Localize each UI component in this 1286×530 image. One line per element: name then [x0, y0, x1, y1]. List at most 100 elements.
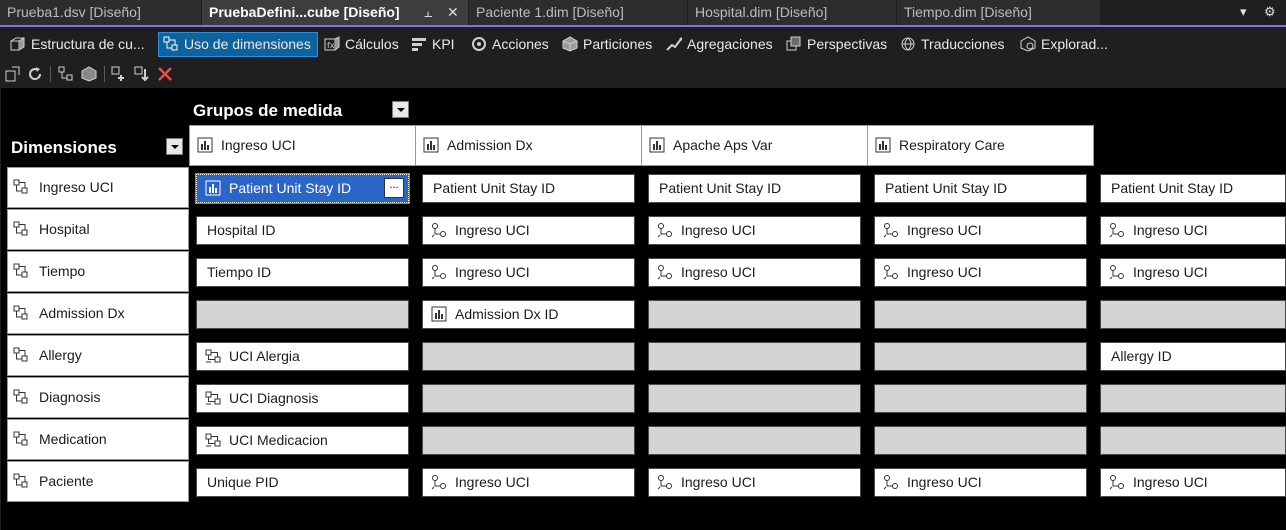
tab-partitions[interactable]: Particiones: [558, 33, 652, 56]
sort-icon[interactable]: [133, 65, 151, 83]
dimension-row-header[interactable]: Hospital: [7, 209, 189, 250]
refresh-icon[interactable]: [26, 65, 44, 83]
tab-dimension-usage[interactable]: Uso de dimensiones: [158, 32, 318, 57]
tab-list-dropdown-icon[interactable]: ▾: [1240, 4, 1247, 20]
pin-icon[interactable]: ⫠: [424, 0, 432, 25]
relationship-cell[interactable]: Tiempo ID: [196, 258, 409, 287]
relationship-cell[interactable]: Ingreso UCI: [648, 216, 861, 245]
relationship-cell-empty[interactable]: [874, 300, 1087, 329]
measure-group-header[interactable]: Respiratory Care: [867, 125, 1094, 166]
tab-cube-design[interactable]: PruebaDefini...cube [Diseño] ⫠ ✕: [202, 0, 468, 25]
relationship-cell[interactable]: Patient Unit Stay ID: [648, 174, 861, 203]
relationship-cell[interactable]: Patient Unit Stay ID: [422, 174, 635, 203]
relationship-cell-empty[interactable]: [648, 342, 861, 371]
measure-groups-dropdown[interactable]: [392, 101, 409, 118]
dimension-row-header[interactable]: Ingreso UCI: [7, 167, 189, 208]
relationship-cell[interactable]: Ingreso UCI: [422, 216, 635, 245]
relationship-label: Patient Unit Stay ID: [885, 180, 1008, 196]
relationship-cell-empty[interactable]: [648, 426, 861, 455]
relationship-cell[interactable]: UCI Medicacion: [196, 426, 409, 455]
tab-kpi[interactable]: KPI: [407, 33, 455, 56]
referenced-relationship-icon: [657, 222, 673, 238]
measure-group-icon: [875, 137, 891, 153]
dimension-row-header[interactable]: Diagnosis: [7, 377, 189, 418]
cube-structure-icon: [10, 36, 26, 52]
tab-translations[interactable]: Traducciones: [896, 33, 1005, 56]
tab-perspectives[interactable]: Perspectivas: [782, 33, 887, 56]
dimension-row-header[interactable]: Admission Dx: [7, 293, 189, 334]
add-measure-group-icon[interactable]: [80, 65, 98, 83]
relationship-cell[interactable]: Ingreso UCI: [422, 258, 635, 287]
dimension-row-header[interactable]: Medication: [7, 419, 189, 460]
edit-relationship-button[interactable]: ...: [384, 178, 404, 198]
relationship-label: Tiempo ID: [207, 264, 272, 280]
dimensions-dropdown[interactable]: [166, 138, 183, 155]
relationship-cell-empty[interactable]: [422, 342, 635, 371]
relationship-cell[interactable]: Ingreso UCI: [648, 468, 861, 497]
measure-group-header[interactable]: Ingreso UCI: [189, 125, 416, 166]
relationship-cell-empty[interactable]: [1100, 384, 1286, 413]
dimension-row-header[interactable]: Allergy: [7, 335, 189, 376]
tab-calculations[interactable]: fx Cálculos: [320, 33, 399, 56]
calculations-icon: fx: [324, 36, 340, 52]
relationship-cell[interactable]: Hospital ID: [196, 216, 409, 245]
gear-icon[interactable]: ⚙: [1264, 4, 1276, 20]
relationship-cell[interactable]: UCI Diagnosis: [196, 384, 409, 413]
relationship-cell[interactable]: Ingreso UCI: [874, 468, 1087, 497]
tab-label: Explorad...: [1041, 36, 1108, 52]
relationship-cell[interactable]: Ingreso UCI: [874, 258, 1087, 287]
measure-group-header[interactable]: Admission Dx: [415, 125, 642, 166]
close-icon[interactable]: ✕: [447, 0, 459, 25]
relationship-cell[interactable]: Unique PID: [196, 468, 409, 497]
relationship-cell-empty[interactable]: [648, 384, 861, 413]
process-icon[interactable]: [4, 65, 22, 83]
tab-cube-structure[interactable]: Estructura de cu...: [6, 33, 145, 56]
add-cube-dimension-icon[interactable]: [57, 65, 75, 83]
relationship-cell-empty[interactable]: [874, 426, 1087, 455]
referenced-relationship-icon: [1109, 264, 1125, 280]
relationship-cell-empty[interactable]: [1100, 300, 1286, 329]
tab-prueba1-dsv[interactable]: Prueba1.dsv [Diseño]: [0, 0, 201, 25]
tab-label: Hospital.dim [Diseño]: [695, 4, 828, 20]
relationship-cell-empty[interactable]: [1100, 426, 1286, 455]
tab-actions[interactable]: Acciones: [467, 33, 549, 56]
relationship-cell-empty[interactable]: [874, 342, 1087, 371]
tab-aggregations[interactable]: Agregaciones: [662, 33, 773, 56]
delete-icon[interactable]: [156, 65, 174, 83]
show-all-icon[interactable]: [110, 65, 128, 83]
tab-hospital-dim[interactable]: Hospital.dim [Diseño]: [688, 0, 896, 25]
relationship-cell[interactable]: Admission Dx ID: [422, 300, 635, 329]
tab-browser[interactable]: Explorad...: [1016, 33, 1108, 56]
relationship-label: Admission Dx ID: [455, 306, 559, 322]
dimensions-header: Dimensiones: [11, 138, 117, 157]
partitions-icon: [562, 36, 578, 52]
relationship-label: Ingreso UCI: [907, 264, 982, 280]
relationship-cell-empty[interactable]: [648, 300, 861, 329]
relationship-cell[interactable]: UCI Alergia: [196, 342, 409, 371]
tab-paciente-dim[interactable]: Paciente 1.dim [Diseño]: [469, 0, 687, 25]
dimension-row-header[interactable]: Paciente: [7, 461, 189, 502]
tab-label: Perspectivas: [807, 36, 888, 52]
relationship-cell[interactable]: Ingreso UCI: [1100, 468, 1286, 497]
relationship-cell-selected[interactable]: Patient Unit Stay ID...: [195, 173, 410, 204]
many-to-many-relationship-icon: [205, 432, 221, 448]
relationship-cell-empty[interactable]: [196, 300, 409, 329]
relationship-cell[interactable]: Ingreso UCI: [648, 258, 861, 287]
dimension-row-header[interactable]: Tiempo: [7, 251, 189, 292]
relationship-cell[interactable]: Ingreso UCI: [874, 216, 1087, 245]
relationship-cell[interactable]: Ingreso UCI: [1100, 216, 1286, 245]
relationship-cell[interactable]: Ingreso UCI: [422, 468, 635, 497]
relationship-label: UCI Medicacion: [229, 432, 328, 448]
relationship-cell[interactable]: Allergy ID: [1100, 342, 1286, 371]
relationship-label: Ingreso UCI: [1133, 474, 1208, 490]
relationship-cell-empty[interactable]: [422, 384, 635, 413]
relationship-cell[interactable]: Patient Unit Stay ID: [874, 174, 1087, 203]
tab-tiempo-dim[interactable]: Tiempo.dim [Diseño]: [897, 0, 1100, 25]
relationship-cell[interactable]: Patient Unit Stay ID: [1100, 174, 1286, 203]
measure-group-header[interactable]: Apache Aps Var: [641, 125, 868, 166]
measure-group-icon: [197, 137, 213, 153]
relationship-cell[interactable]: Ingreso UCI: [1100, 258, 1286, 287]
tab-label: Paciente 1.dim [Diseño]: [476, 4, 624, 20]
relationship-cell-empty[interactable]: [874, 384, 1087, 413]
relationship-cell-empty[interactable]: [422, 426, 635, 455]
